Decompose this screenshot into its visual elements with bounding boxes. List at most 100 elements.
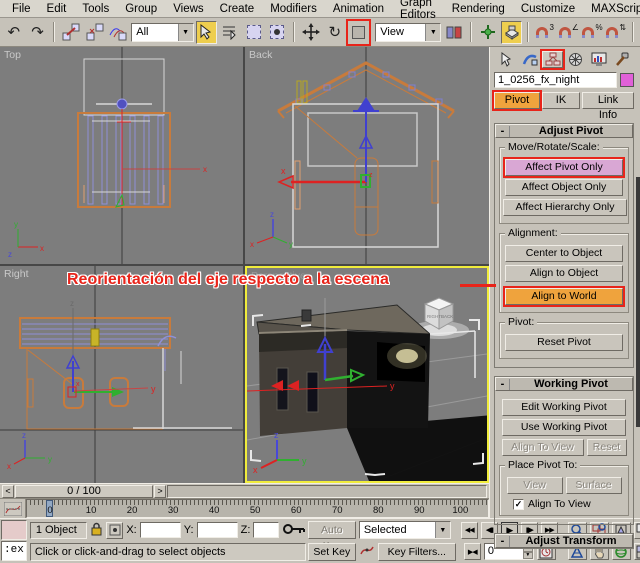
place-pivot-surface-button[interactable]: Surface [566,477,622,494]
use-working-pivot-button[interactable]: Use Working Pivot [502,419,626,436]
align-to-view-button[interactable]: Align To View [502,439,584,456]
reset-pivot-button[interactable]: Reset Pivot [505,334,623,351]
object-name-field[interactable]: 1_0256_fx_night [494,72,617,88]
y-coord-label: Y: [184,524,194,536]
menu-create[interactable]: Create [212,2,263,16]
place-pivot-view-button[interactable]: View [507,477,563,494]
menu-group[interactable]: Group [117,2,165,16]
zoom-extents-all-icon[interactable] [634,522,640,539]
x-coord-field[interactable] [140,522,181,538]
percent-snap-icon[interactable]: % [582,21,604,44]
align-to-world-button[interactable]: Align to World [505,288,623,305]
viewport-back[interactable]: Back [245,47,489,264]
undo-icon[interactable]: ↶ [3,21,25,44]
menu-maxscript[interactable]: MAXScript [583,2,640,16]
menu-file[interactable]: File [4,2,39,16]
spinner-snap-icon[interactable]: ⇅ [605,21,627,44]
tab-display[interactable] [588,51,609,68]
listener-macro-row[interactable] [1,520,27,540]
rectangular-selection-region-icon[interactable] [243,21,265,44]
viewport-right-label[interactable]: Right [4,268,29,280]
min-max-toggle-icon[interactable] [634,543,640,560]
key-mode-dropdown[interactable]: Selected ▼ [359,521,451,539]
svg-text:z: z [270,210,274,219]
adjust-pivot-rollout-header[interactable]: - Adjust Pivot [495,124,633,138]
time-slider-thumb[interactable]: 0 / 100 [15,485,153,498]
menu-animation[interactable]: Animation [325,2,392,16]
tab-modify[interactable] [519,51,540,68]
absolute-mode-toggle-icon[interactable] [106,522,124,539]
perspective-viewport-render: y RIGHT BACK z y x [247,268,487,481]
time-slider-track[interactable] [167,485,487,498]
track-bar-ruler[interactable]: 0 10 20 30 40 50 60 70 80 90 100 [26,499,489,518]
menu-tools[interactable]: Tools [74,2,117,16]
selection-lock-icon[interactable] [90,522,103,539]
listener-script-row[interactable]: :ex [1,541,27,561]
tab-utilities[interactable] [611,51,632,68]
menu-rendering[interactable]: Rendering [444,2,513,16]
auto-key-button[interactable]: Auto Key [308,521,356,539]
select-and-link-icon[interactable] [60,21,82,44]
tab-create[interactable] [496,51,517,68]
key-filters-button[interactable]: Key Filters... [378,543,456,561]
affect-object-only-button[interactable]: Affect Object Only [505,179,623,196]
toolbar-separator [632,22,634,42]
menu-customize[interactable]: Customize [513,2,583,16]
edit-working-pivot-button[interactable]: Edit Working Pivot [502,399,626,416]
track-bar: 0 10 20 30 40 50 60 70 80 90 100 [0,498,489,518]
key-mode-toggle-button[interactable]: ▶◀ [464,543,481,560]
unlink-selection-icon[interactable] [84,21,106,44]
affect-hierarchy-only-button[interactable]: Affect Hierarchy Only [503,199,627,216]
center-to-object-button[interactable]: Center to Object [505,245,623,262]
select-object-button[interactable] [196,21,218,44]
window-crossing-icon[interactable] [267,21,289,44]
tab-motion[interactable] [565,51,586,68]
affect-pivot-only-button[interactable]: Affect Pivot Only [505,159,623,176]
viewport-right[interactable]: Right [0,266,243,483]
working-pivot-reset-button[interactable]: Reset [587,439,627,456]
pivot-subtab[interactable]: Pivot [494,92,540,109]
viewport-perspective[interactable]: Perspective [245,266,489,483]
reference-coordinate-dropdown[interactable]: View ▼ [375,23,441,42]
set-key-filters-curve-icon[interactable] [359,543,375,560]
selection-filter-dropdown[interactable]: All ▼ [131,23,193,42]
redo-icon[interactable]: ↷ [27,21,49,44]
working-pivot-rollout: - Working Pivot Edit Working Pivot Use W… [494,376,634,525]
snaps-toggle-3d-icon[interactable]: 3 [534,21,556,44]
set-key-hotkey-icon[interactable] [282,521,306,540]
collapse-icon: - [496,126,510,137]
y-coord-field[interactable] [197,522,238,538]
keyboard-override-toggle-icon[interactable] [501,21,523,44]
command-panel-scrollbar[interactable] [636,177,640,427]
object-color-swatch[interactable] [620,73,634,87]
viewport-top[interactable]: Top [0,47,243,264]
working-pivot-rollout-header[interactable]: - Working Pivot [495,377,633,391]
mini-curve-editor-icon[interactable] [0,499,26,518]
select-and-rotate-icon[interactable]: ↻ [324,21,346,44]
align-to-object-button[interactable]: Align to Object [505,265,623,282]
adjust-transform-rollout-header[interactable]: - Adjust Transform [495,534,633,548]
bind-to-space-warp-icon[interactable] [108,21,130,44]
time-slider-prev-button[interactable]: < [2,485,14,498]
menu-views[interactable]: Views [165,2,211,16]
select-and-move-icon[interactable] [300,21,322,44]
select-and-scale-icon[interactable] [348,21,370,44]
use-pivot-point-center-icon[interactable] [443,21,465,44]
viewport-top-label[interactable]: Top [4,49,21,61]
set-key-button[interactable]: Set Key [308,543,356,561]
select-and-manipulate-icon[interactable] [477,21,499,44]
align-to-view-checkbox[interactable]: ✓ [513,499,524,510]
menu-graph-editors[interactable]: Graph Editors [392,0,444,22]
z-coord-field[interactable] [253,522,278,538]
link-info-subtab[interactable]: Link Info [582,92,634,109]
goto-start-button[interactable]: ◀◀ [461,522,478,539]
select-by-name-icon[interactable] [219,21,241,44]
time-slider-next-button[interactable]: > [154,485,166,498]
tab-hierarchy[interactable] [542,51,563,68]
ik-subtab[interactable]: IK [542,92,580,109]
viewport-back-label[interactable]: Back [249,49,272,61]
angle-snap-icon[interactable]: ∠ [558,21,580,44]
selection-filter-value: All [132,26,177,38]
menu-edit[interactable]: Edit [39,2,75,16]
menu-modifiers[interactable]: Modifiers [262,2,325,16]
